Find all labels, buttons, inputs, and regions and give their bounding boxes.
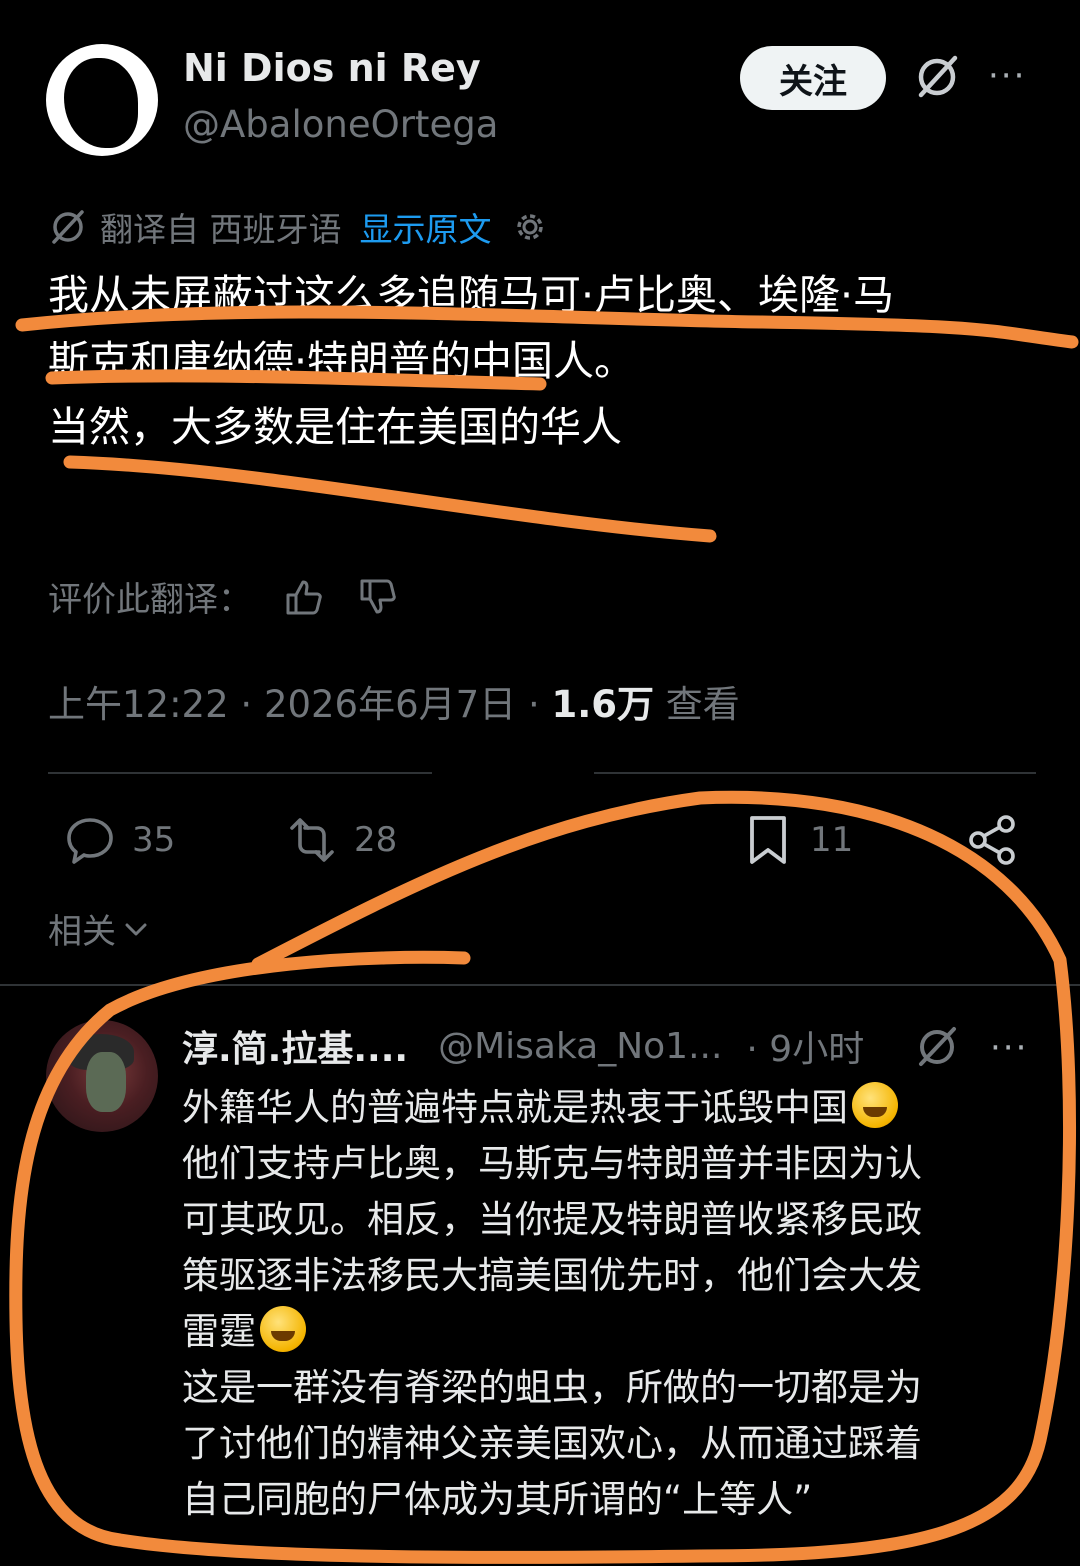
thumbs-down-icon[interactable] bbox=[356, 575, 400, 619]
grok-icon[interactable] bbox=[914, 1024, 960, 1070]
emoji-icon bbox=[852, 1082, 898, 1128]
tweet-text: 我从未屏蔽过这么多追随马可·卢比奥、埃隆·马 斯克和唐纳德·特朗普的中国人。 当… bbox=[48, 262, 1028, 460]
repost-count: 28 bbox=[354, 820, 398, 860]
bookmark-count: 11 bbox=[810, 820, 854, 860]
reply-action[interactable]: 35 bbox=[62, 812, 175, 868]
author-handle[interactable]: @AbaloneOrtega bbox=[183, 103, 498, 146]
reply-text: 外籍华人的普遍特点就是热衷于诋毁中国 他们支持卢比奥，马斯克与特朗普并非因为认 … bbox=[182, 1080, 1022, 1528]
divider bbox=[594, 772, 1036, 774]
rate-translation-label: 评价此翻译： bbox=[48, 580, 252, 620]
reply-text-line: 了讨他们的精神父亲美国欢心，从而通过踩着 bbox=[182, 1422, 922, 1465]
show-original-link[interactable]: 显示原文 bbox=[360, 203, 492, 251]
meta-separator: · bbox=[527, 683, 540, 726]
reply-text-line: 他们支持卢比奥，马斯克与特朗普并非因为认 bbox=[182, 1142, 922, 1185]
reply-time[interactable]: · 9小时 bbox=[746, 1020, 864, 1072]
tweet-text-line: 我从未屏蔽过这么多追随马可·卢比奥、埃隆·马 bbox=[48, 271, 895, 319]
meta-separator: · bbox=[240, 683, 253, 726]
reply-text-line: 自己同胞的尸体成为其所谓的“上等人” bbox=[182, 1478, 813, 1521]
thumbs-up-icon[interactable] bbox=[282, 575, 326, 619]
more-icon[interactable]: ··· bbox=[988, 56, 1026, 96]
annotation-underline bbox=[63, 455, 717, 543]
bookmark-icon bbox=[750, 816, 786, 864]
translated-from-label: 翻译自 西班牙语 bbox=[100, 210, 342, 249]
grok-icon[interactable] bbox=[912, 52, 962, 102]
chevron-down-icon bbox=[125, 923, 147, 935]
author-avatar[interactable] bbox=[46, 44, 158, 156]
reply-count: 35 bbox=[132, 820, 176, 860]
reply-text-line: 策驱逐非法移民大搞美国优先时，他们会大发 bbox=[182, 1254, 922, 1297]
tweet-meta: 上午12:22 · 2026年6月7日 · 1.6万 查看 bbox=[48, 674, 740, 728]
reply-text-line: 可其政见。相反，当你提及特朗普收紧移民政 bbox=[182, 1198, 922, 1241]
more-icon[interactable]: ··· bbox=[990, 1028, 1028, 1068]
related-toggle[interactable]: 相关 bbox=[48, 904, 150, 953]
rate-translation: 评价此翻译： bbox=[48, 572, 400, 621]
follow-button[interactable]: 关注 bbox=[740, 46, 886, 110]
repost-action[interactable]: 28 bbox=[284, 812, 397, 868]
translation-bar: 翻译自 西班牙语 显示原文 bbox=[48, 204, 550, 250]
author-display-name[interactable]: Ni Dios ni Rey bbox=[183, 46, 481, 90]
tweet-time[interactable]: 上午12:22 bbox=[48, 683, 229, 726]
reply-display-name[interactable]: 淳.简.拉基.... bbox=[182, 1020, 408, 1072]
reply-text-line: 雷霆 bbox=[182, 1310, 256, 1353]
reply-icon bbox=[67, 818, 113, 864]
repost-icon bbox=[290, 818, 334, 862]
divider bbox=[48, 772, 432, 774]
view-label: 查看 bbox=[665, 683, 740, 726]
gear-icon[interactable] bbox=[510, 207, 550, 247]
tweet-text-line: 当然，大多数是住在美国的华人 bbox=[48, 403, 622, 451]
reply-text-line: 这是一群没有脊梁的蛆虫，所做的一切都是为 bbox=[182, 1366, 922, 1409]
share-action[interactable] bbox=[966, 812, 1022, 868]
divider bbox=[0, 984, 1080, 986]
related-label: 相关 bbox=[48, 912, 116, 952]
reply-text-line: 外籍华人的普遍特点就是热衷于诋毁中国 bbox=[182, 1086, 848, 1129]
bookmark-action[interactable]: 11 bbox=[740, 812, 853, 868]
tweet-text-line: 斯克和唐纳德·特朗普的中国人。 bbox=[48, 337, 636, 385]
tweet-date[interactable]: 2026年6月7日 bbox=[264, 683, 516, 726]
view-count: 1.6万 bbox=[551, 683, 655, 726]
reply-handle[interactable]: @Misaka_No1... bbox=[438, 1026, 722, 1067]
grok-icon bbox=[52, 210, 84, 244]
reply-header: 淳.简.拉基.... @Misaka_No1... · 9小时 bbox=[182, 1020, 864, 1072]
share-icon bbox=[969, 815, 1015, 865]
emoji-icon bbox=[260, 1306, 306, 1352]
reply-avatar[interactable] bbox=[46, 1020, 158, 1132]
